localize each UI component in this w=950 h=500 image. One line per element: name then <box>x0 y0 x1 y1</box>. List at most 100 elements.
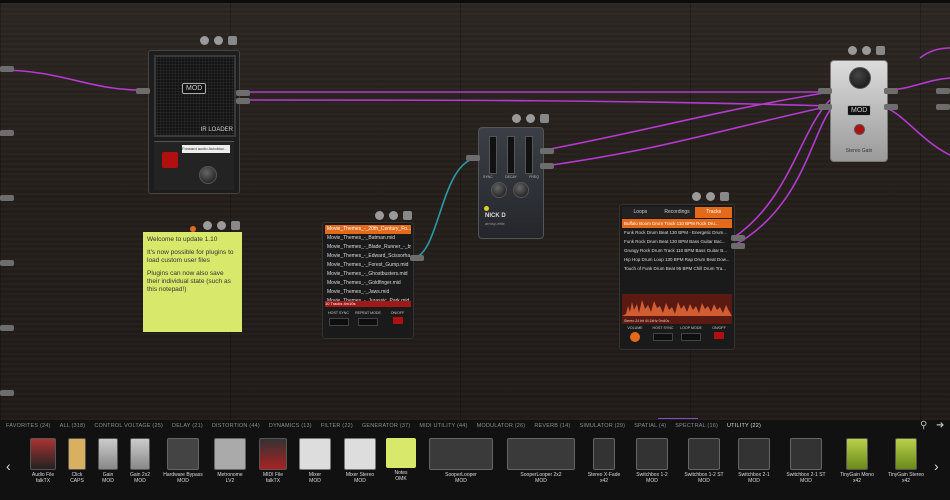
scroll-right-icon[interactable]: › <box>934 458 939 474</box>
output-jack[interactable] <box>540 163 554 169</box>
list-item[interactable]: Hip Hop Drum Loop 130 BPM Rap Drum Beat … <box>622 255 732 264</box>
pin-icon[interactable]: ➜ <box>936 420 944 431</box>
tab-reverb[interactable]: REVERB (14) <box>534 423 570 429</box>
notepad-plugin[interactable]: Welcome to update 1.10 It's now possible… <box>143 232 242 332</box>
list-item[interactable]: Movie_Themes_-_Blade_Runner_-_by... <box>325 243 411 252</box>
tab-control-voltage[interactable]: CONTROL VOLTAGE (25) <box>94 423 163 429</box>
tab-midi-utility[interactable]: MIDI UTILITY (44) <box>419 423 467 429</box>
host-sync-toggle[interactable] <box>653 333 673 341</box>
settings-icon[interactable] <box>217 221 226 230</box>
output-jack[interactable] <box>936 88 950 94</box>
list-item[interactable]: Movie_Themes_-_Goldfinger.mid <box>325 279 411 288</box>
info-icon[interactable] <box>848 46 857 55</box>
freq-knob[interactable] <box>513 182 529 198</box>
settings-icon[interactable] <box>389 211 398 220</box>
plugin-thumb-click[interactable]: Click CAPS <box>64 438 90 484</box>
scroll-left-icon[interactable]: ‹ <box>6 458 11 474</box>
tab-utility[interactable]: UTILITY (22) <box>727 423 761 429</box>
loop-mode-toggle[interactable] <box>681 333 701 341</box>
output-jack[interactable] <box>540 148 554 154</box>
stereo-gain-plugin[interactable]: MOD Stereo Gain <box>830 60 888 162</box>
plugin-thumb-gain-2x2[interactable]: Gain 2x2 MOD <box>124 438 156 484</box>
pedalboard-canvas[interactable]: MOD IR LOADER Forward audio Autobloc... … <box>0 0 950 420</box>
sync-fader[interactable] <box>489 136 497 174</box>
plugin-thumb-sooperlooper-2x2[interactable]: SooperLooper 2x2 MOD <box>506 438 576 484</box>
ir-file-select[interactable]: Forward audio Autobloc... <box>182 145 230 153</box>
list-item[interactable]: Movie_Themes_-_20th_Century_Fo... <box>325 225 411 234</box>
audio-file-plugin[interactable]: Loops Recordings Tracks Buffalo Boom Dru… <box>619 204 735 350</box>
list-item[interactable]: Movie_Themes_-_Batman.mid <box>325 234 411 243</box>
input-jack[interactable] <box>0 130 14 136</box>
gain-knob[interactable] <box>849 67 871 89</box>
input-jack[interactable] <box>136 88 150 94</box>
output-jack[interactable] <box>236 98 250 104</box>
plugin-thumb-mixer-stereo[interactable]: Mixer Stereo MOD <box>340 438 380 484</box>
list-item[interactable]: Grungy Rock Drum Track 110 BPM Bass Guit… <box>622 246 732 255</box>
tab-spatial[interactable]: SPATIAL (4) <box>634 423 666 429</box>
output-jack[interactable] <box>884 88 898 94</box>
on-off-button[interactable] <box>392 317 403 324</box>
input-jack[interactable] <box>818 104 832 110</box>
tab-dynamics[interactable]: DYNAMICS (13) <box>269 423 312 429</box>
plugin-thumb-metronome[interactable]: Metronome LV2 <box>212 438 248 484</box>
freq-fader[interactable] <box>525 136 533 174</box>
output-jack[interactable] <box>731 235 745 241</box>
plugin-thumb-switchbox-2-1-st[interactable]: Switchbox 2-1 ST MOD <box>780 438 832 484</box>
trash-icon[interactable] <box>720 192 729 201</box>
list-item[interactable]: Touch of Funk Drum Beat 95 BPM Chill Dru… <box>622 264 732 273</box>
trash-icon[interactable] <box>403 211 412 220</box>
plugin-thumb-gain[interactable]: Gain MOD <box>96 438 120 484</box>
input-jack[interactable] <box>0 260 14 266</box>
plugin-thumb-mixer[interactable]: Mixer MOD <box>298 438 332 484</box>
output-jack[interactable] <box>884 104 898 110</box>
list-item[interactable]: Buffalo Boom Drum Track 110 BPM Rock Dru… <box>622 219 732 228</box>
plugin-thumb-sooperlooper[interactable]: SooperLooper MOD <box>428 438 494 484</box>
settings-icon[interactable] <box>862 46 871 55</box>
search-icon[interactable]: ⚲ <box>920 420 927 431</box>
tab-delay[interactable]: DELAY (21) <box>172 423 203 429</box>
gain-knob[interactable] <box>199 166 217 184</box>
tab-recordings[interactable]: Recordings <box>658 207 696 218</box>
plugin-thumb-midi-file[interactable]: MIDI File falkTX <box>256 438 290 484</box>
list-item[interactable]: Movie_Themes_-_Edward_Scissorha... <box>325 252 411 261</box>
info-icon[interactable] <box>200 36 209 45</box>
input-jack[interactable] <box>0 195 14 201</box>
nick-d-plugin[interactable]: SYNC DECAY FREQ NICK D armsy-ettle <box>478 127 544 239</box>
info-icon[interactable] <box>203 221 212 230</box>
input-jack[interactable] <box>818 88 832 94</box>
input-jack[interactable] <box>0 325 14 331</box>
tab-tracks[interactable]: Tracks <box>695 207 733 218</box>
trash-icon[interactable] <box>231 221 240 230</box>
tab-simulator[interactable]: SIMULATOR (29) <box>579 423 625 429</box>
plugin-thumb-switchbox-2-1[interactable]: Switchbox 2-1 MOD <box>732 438 776 484</box>
settings-icon[interactable] <box>214 36 223 45</box>
info-icon[interactable] <box>692 192 701 201</box>
plugin-thumb-audio-file[interactable]: Audio File falkTX <box>28 438 58 484</box>
info-icon[interactable] <box>375 211 384 220</box>
trash-icon[interactable] <box>876 46 885 55</box>
tab-distortion[interactable]: DISTORTION (44) <box>212 423 260 429</box>
input-jack[interactable] <box>0 390 14 396</box>
tab-modulator[interactable]: MODULATOR (26) <box>477 423 526 429</box>
tab-favorites[interactable]: FAVORITES (24) <box>6 423 51 429</box>
list-item[interactable]: Funk Rock Drum Beat 130 BPM - Energetic … <box>622 228 732 237</box>
output-jack[interactable] <box>936 104 950 110</box>
list-item[interactable]: Funk Rock Drum Beat 130 BPM Bass Guitar … <box>622 237 732 246</box>
tab-generator[interactable]: GENERATOR (37) <box>362 423 410 429</box>
list-item[interactable]: Movie_Themes_-_Jaws.mid <box>325 288 411 297</box>
bypass-button[interactable] <box>162 152 178 168</box>
output-jack[interactable] <box>236 90 250 96</box>
input-jack[interactable] <box>466 155 480 161</box>
volume-knob[interactable] <box>630 332 640 342</box>
plugin-thumb-switchbox-1-2-st[interactable]: Switchbox 1-2 ST MOD <box>678 438 730 484</box>
repeat-mode-toggle[interactable] <box>358 318 378 326</box>
plugin-thumb-tinygain-mono[interactable]: TinyGain Mono x42 <box>834 438 880 484</box>
output-jack[interactable] <box>731 243 745 249</box>
list-item[interactable]: Movie_Themes_-_Forest_Gump.mid <box>325 261 411 270</box>
list-item[interactable]: Movie_Themes_-_Ghostbusters.mid <box>325 270 411 279</box>
tab-filter[interactable]: FILTER (22) <box>321 423 353 429</box>
input-jack[interactable] <box>0 66 14 72</box>
plugin-thumb-hardware-bypass[interactable]: Hardware Bypass MOD <box>160 438 206 484</box>
tab-spectral[interactable]: SPECTRAL (16) <box>675 423 718 429</box>
info-icon[interactable] <box>512 114 521 123</box>
